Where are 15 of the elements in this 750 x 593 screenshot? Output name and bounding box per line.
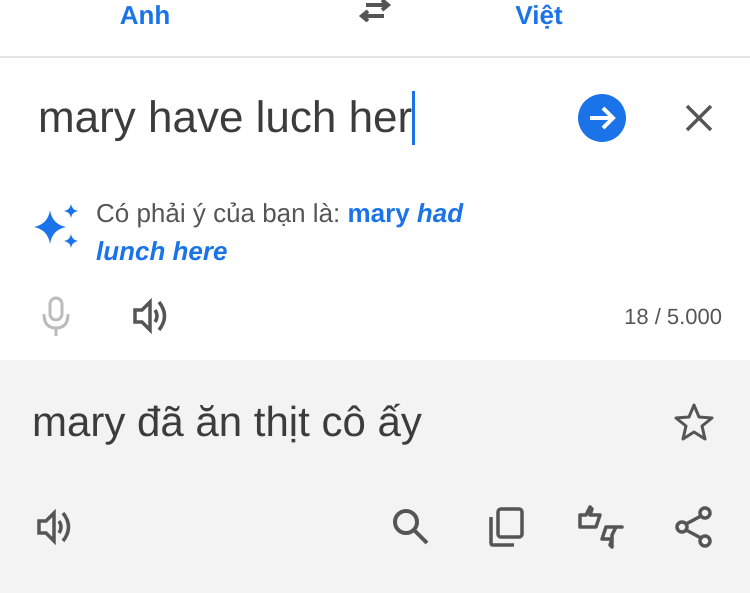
- swap-icon[interactable]: [356, 0, 394, 22]
- text-cursor: [412, 91, 416, 145]
- star-icon[interactable]: [674, 402, 714, 440]
- sparkle-icon: [34, 204, 80, 250]
- close-icon[interactable]: [684, 103, 714, 133]
- copy-icon[interactable]: [488, 507, 524, 547]
- feedback-icon[interactable]: [576, 505, 626, 549]
- translation-text: mary đã ăn thịt cô ấy: [32, 397, 423, 447]
- input-field[interactable]: mary have luch her: [38, 85, 412, 151]
- target-language-tab[interactable]: Việt: [515, 0, 563, 35]
- search-icon[interactable]: [392, 508, 430, 546]
- source-language-tab[interactable]: Anh: [120, 0, 170, 35]
- share-icon[interactable]: [674, 506, 714, 548]
- character-counter: 18 / 5.000: [624, 302, 722, 330]
- suggestion-text[interactable]: Có phải ý của bạn là: mary had lunch here: [96, 194, 516, 270]
